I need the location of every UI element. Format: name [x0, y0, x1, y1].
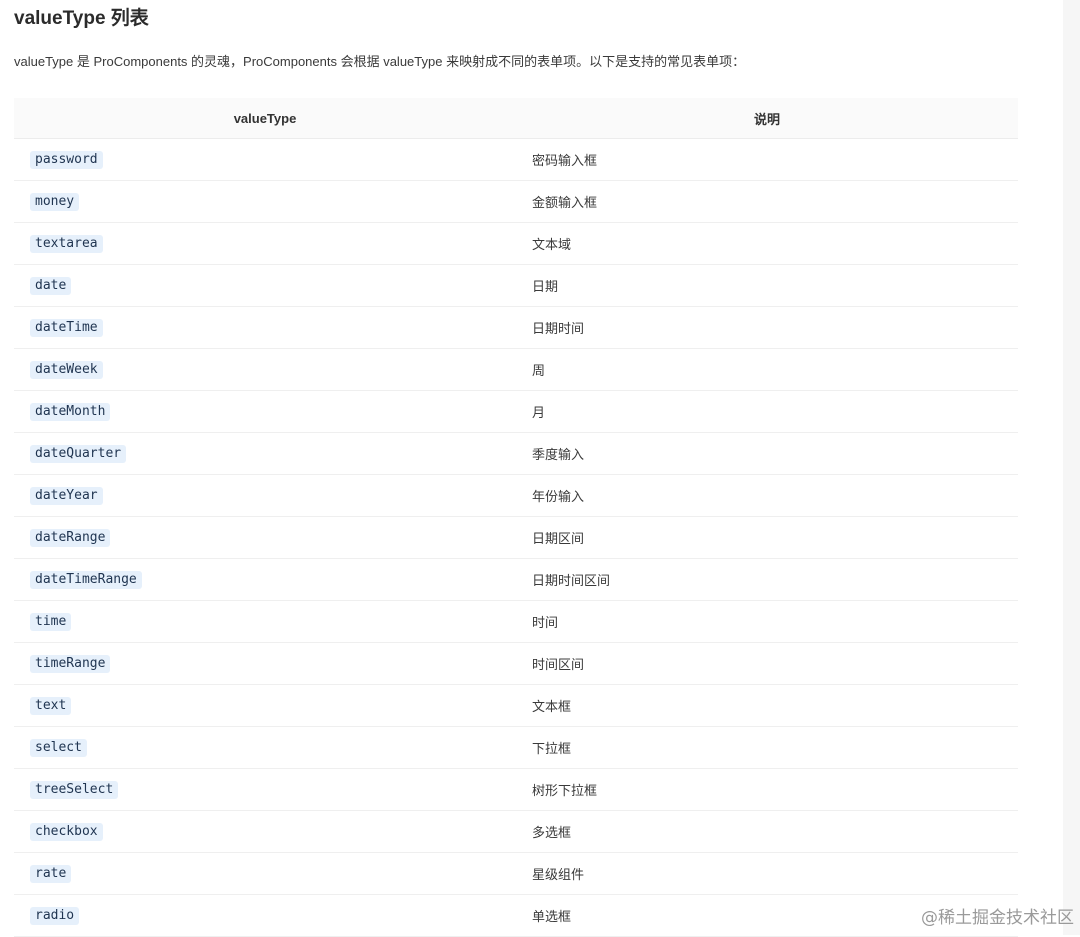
value-type-description: 日期时间 — [516, 306, 1018, 349]
value-type-description: 季度输入 — [516, 432, 1018, 475]
table-body: password 密码输入框 money 金额输入框 textarea 文本域 … — [14, 138, 1018, 937]
value-type-code: dateQuarter — [30, 444, 127, 463]
value-type-description: 金额输入框 — [516, 180, 1018, 223]
value-type-description: 时间 — [516, 600, 1018, 643]
table-row: text 文本框 — [14, 684, 1018, 727]
value-type-description: 日期时间区间 — [516, 558, 1018, 601]
value-type-code: money — [30, 192, 80, 211]
table-row: date 日期 — [14, 264, 1018, 307]
value-type-description: 多选框 — [516, 810, 1018, 853]
value-type-code: text — [30, 696, 72, 715]
value-type-description: 密码输入框 — [516, 138, 1018, 181]
value-type-code: date — [30, 276, 72, 295]
value-type-description: 月 — [516, 390, 1018, 433]
value-type-code: timeRange — [30, 654, 111, 673]
value-type-table: valueType 说明 password 密码输入框 money 金额输入框 … — [14, 98, 1018, 937]
table-row: checkbox 多选框 — [14, 810, 1018, 853]
value-type-description: 日期 — [516, 264, 1018, 307]
value-type-code: dateMonth — [30, 402, 111, 421]
table-row: dateQuarter 季度输入 — [14, 432, 1018, 475]
value-type-description: 下拉框 — [516, 726, 1018, 769]
table-row: treeSelect 树形下拉框 — [14, 768, 1018, 811]
column-header-valuetype: valueType — [14, 98, 516, 139]
table-row: timeRange 时间区间 — [14, 642, 1018, 685]
value-type-code: password — [30, 150, 103, 169]
table-row: time 时间 — [14, 600, 1018, 643]
value-type-code: checkbox — [30, 822, 103, 841]
table-row: dateRange 日期区间 — [14, 516, 1018, 559]
table-row: rate 星级组件 — [14, 852, 1018, 895]
table-row: dateMonth 月 — [14, 390, 1018, 433]
table-row: select 下拉框 — [14, 726, 1018, 769]
value-type-description: 文本框 — [516, 684, 1018, 727]
table-header-row: valueType 说明 — [14, 98, 1018, 139]
value-type-code: select — [30, 738, 87, 757]
intro-paragraph: valueType 是 ProComponents 的灵魂，ProCompone… — [14, 54, 746, 69]
table-row: radio 单选框 — [14, 894, 1018, 937]
table-row: dateTimeRange 日期时间区间 — [14, 558, 1018, 601]
value-type-description: 文本域 — [516, 222, 1018, 265]
value-type-description: 周 — [516, 348, 1018, 391]
value-type-description: 时间区间 — [516, 642, 1018, 685]
value-type-code: time — [30, 612, 72, 631]
page-title: valueType 列表 — [14, 8, 149, 29]
table-row: dateTime 日期时间 — [14, 306, 1018, 349]
table-row: dateWeek 周 — [14, 348, 1018, 391]
value-type-description: 日期区间 — [516, 516, 1018, 559]
value-type-description: 年份输入 — [516, 474, 1018, 517]
value-type-code: dateTime — [30, 318, 103, 337]
watermark: @稀土掘金技术社区 — [921, 908, 1074, 928]
table-row: money 金额输入框 — [14, 180, 1018, 223]
value-type-code: dateRange — [30, 528, 111, 547]
value-type-code: textarea — [30, 234, 103, 253]
table-row: textarea 文本域 — [14, 222, 1018, 265]
table-row: dateYear 年份输入 — [14, 474, 1018, 517]
value-type-description: 星级组件 — [516, 852, 1018, 895]
value-type-code: dateTimeRange — [30, 570, 142, 589]
value-type-code: radio — [30, 906, 80, 925]
column-header-description: 说明 — [516, 98, 1018, 139]
value-type-description: 树形下拉框 — [516, 768, 1018, 811]
value-type-code: dateWeek — [30, 360, 103, 379]
table-row: password 密码输入框 — [14, 138, 1018, 181]
right-gutter — [1063, 0, 1080, 935]
value-type-code: treeSelect — [30, 780, 119, 799]
value-type-code: rate — [30, 864, 72, 883]
value-type-code: dateYear — [30, 486, 103, 505]
